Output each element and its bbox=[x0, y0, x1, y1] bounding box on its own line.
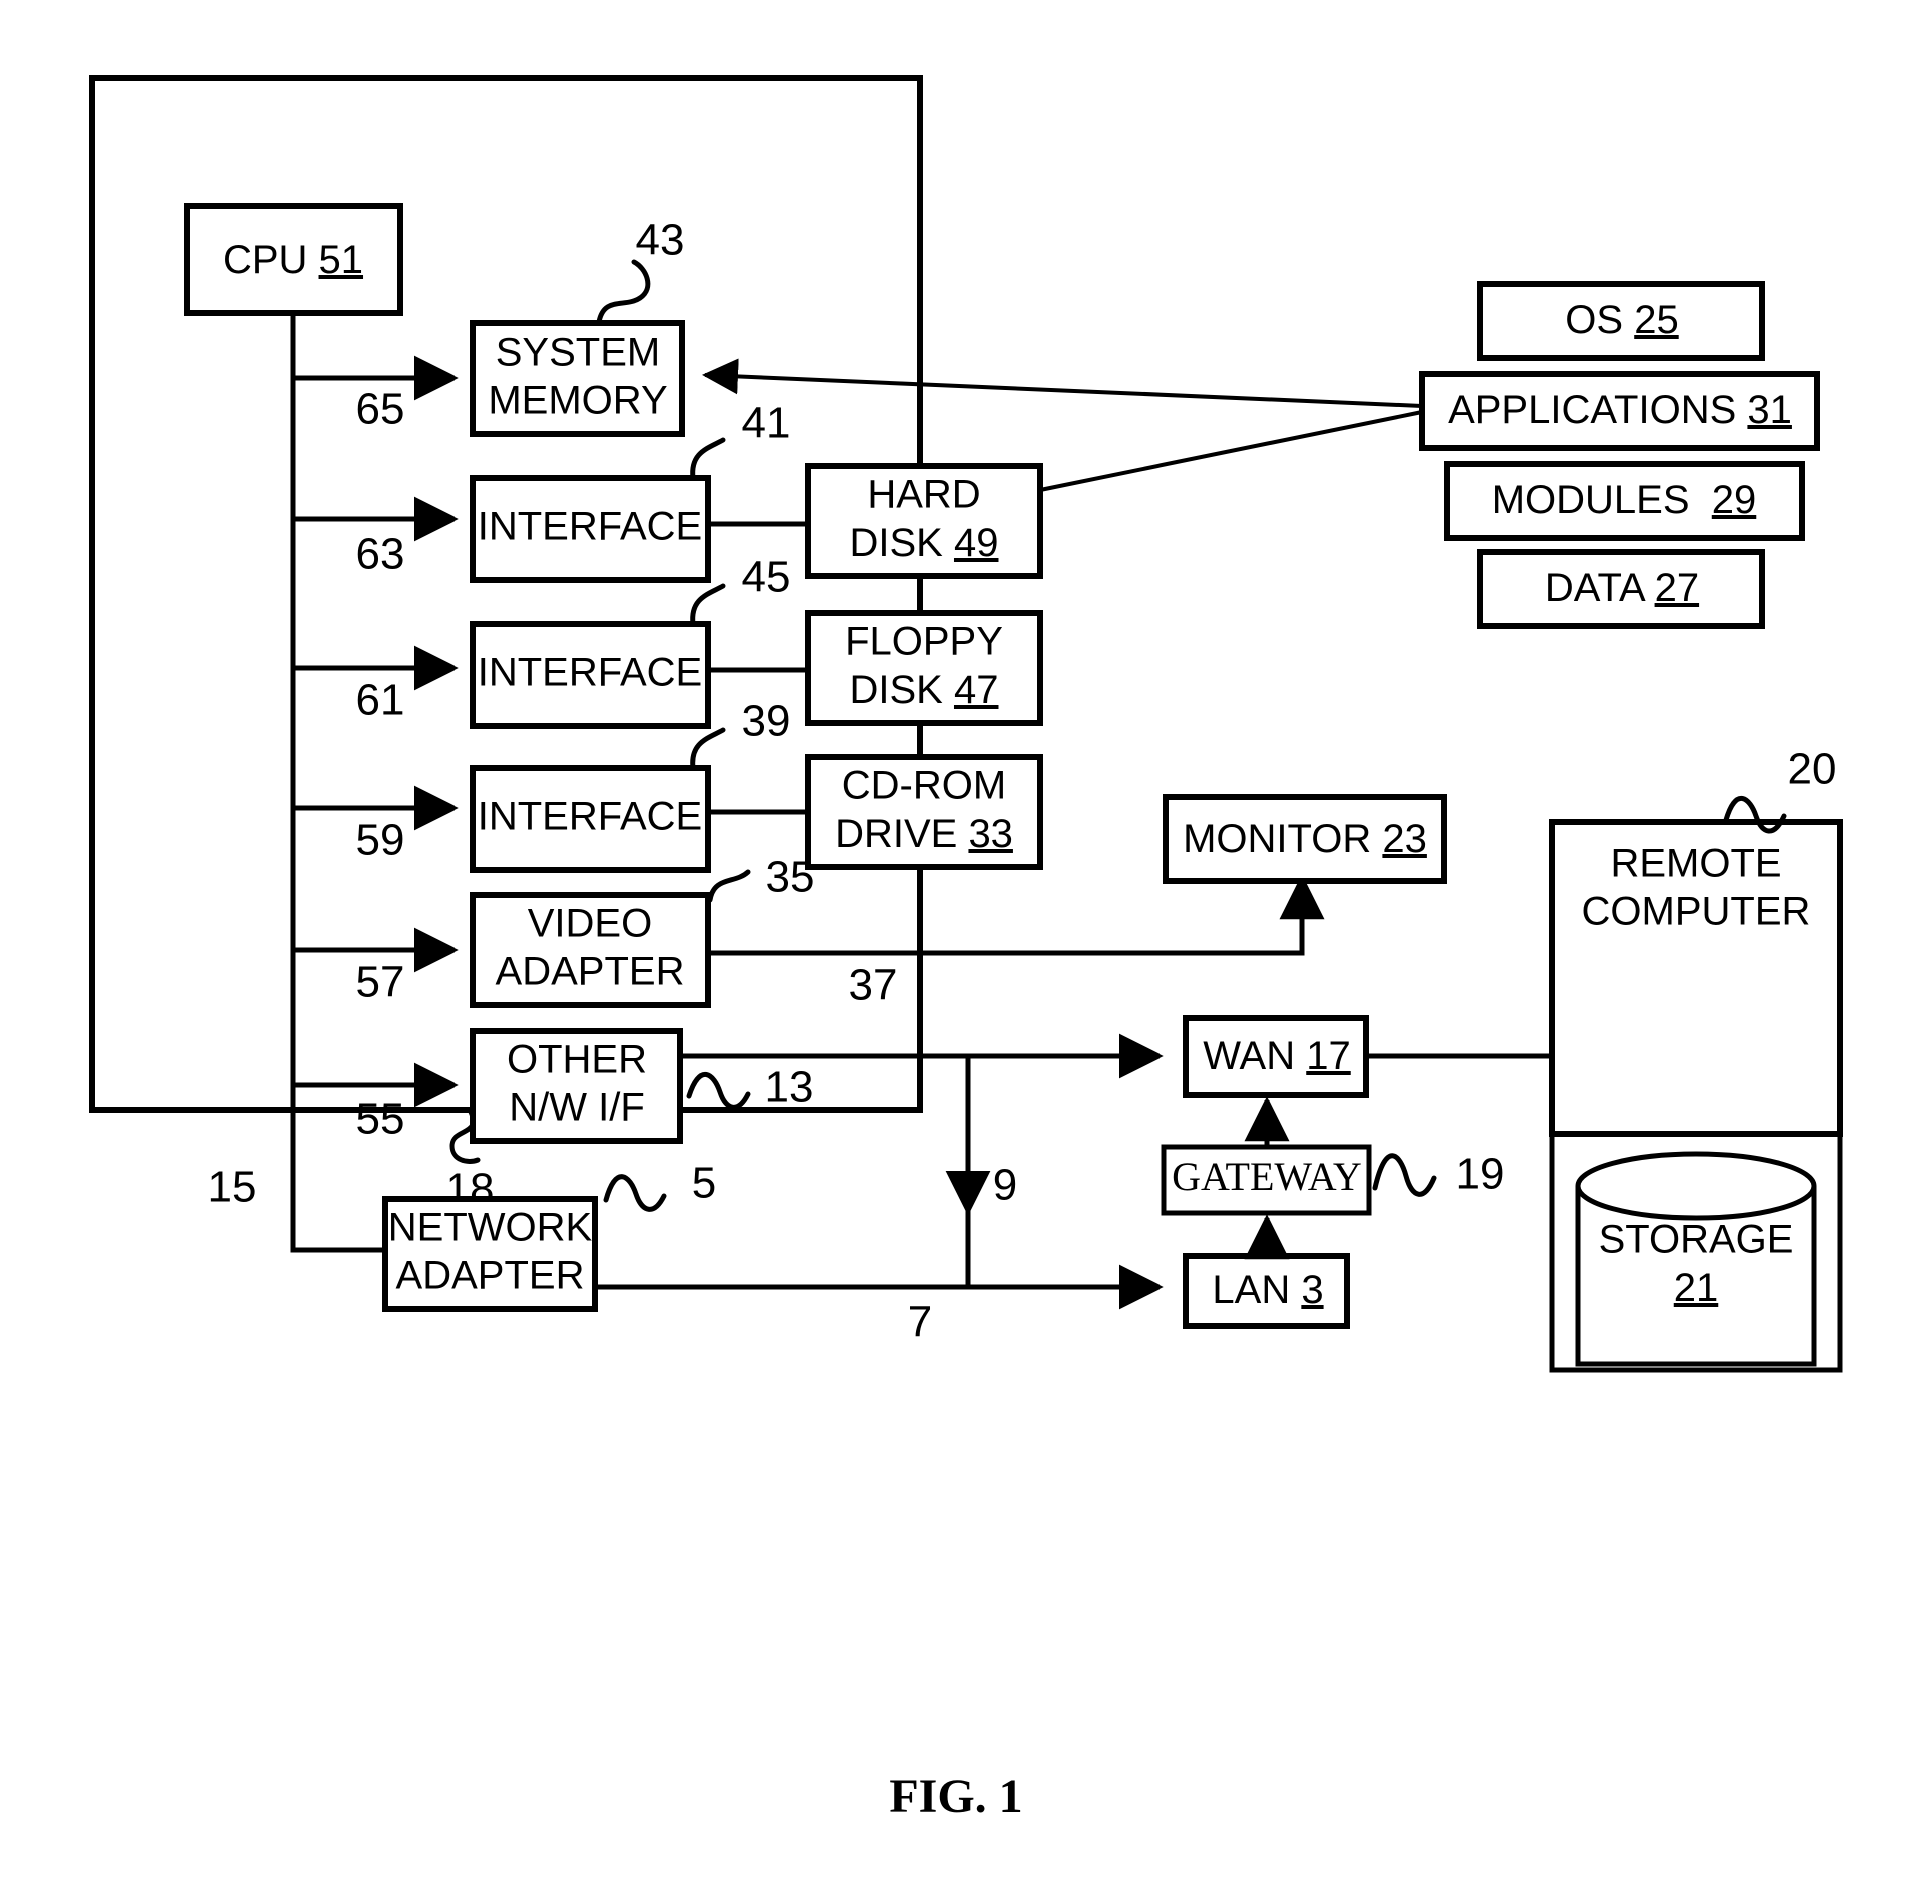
storage-label: STORAGE bbox=[1599, 1218, 1794, 1262]
figure-caption: FIG. 1 bbox=[889, 1770, 1022, 1823]
wan-label: WAN 17 bbox=[1203, 1034, 1350, 1078]
monitor-ref: 23 bbox=[1382, 817, 1427, 861]
storage-ref-label: 21 bbox=[1674, 1266, 1719, 1310]
ref-15-system-bus: 15 bbox=[208, 1163, 257, 1212]
os-label: OS 25 bbox=[1565, 298, 1678, 342]
ref-55: 55 bbox=[356, 1095, 405, 1144]
cdrom-drive-label-2: DRIVE 33 bbox=[835, 812, 1013, 856]
ref-35: 35 bbox=[766, 853, 815, 902]
interface-cdrom-label: INTERFACE bbox=[478, 795, 702, 839]
ref-37: 37 bbox=[849, 961, 898, 1010]
ref-5: 5 bbox=[692, 1159, 716, 1208]
cdrom-drive-ref: 33 bbox=[968, 812, 1013, 856]
other-nw-if-label-2: N/W I/F bbox=[509, 1086, 645, 1130]
ref-57: 57 bbox=[356, 958, 405, 1007]
modules-ref: 29 bbox=[1712, 478, 1757, 522]
ref-43: 43 bbox=[636, 216, 685, 265]
floppy-disk-label-1: FLOPPY bbox=[845, 620, 1003, 664]
cpu-ref: 51 bbox=[319, 238, 364, 282]
storage-cylinder-top bbox=[1575, 1151, 1817, 1221]
data-label: DATA 27 bbox=[1545, 566, 1699, 610]
system-memory-label-1: SYSTEM bbox=[496, 331, 660, 375]
remote-computer-label-1: REMOTE bbox=[1610, 842, 1781, 886]
video-adapter-label-2: ADAPTER bbox=[496, 950, 685, 994]
ref-20: 20 bbox=[1788, 745, 1837, 794]
hard-disk-label-1: HARD bbox=[867, 473, 980, 517]
wan-ref: 17 bbox=[1306, 1034, 1351, 1078]
lan-ref: 3 bbox=[1301, 1268, 1323, 1312]
floppy-disk-label-2: DISK 47 bbox=[850, 668, 999, 712]
ref-9: 9 bbox=[993, 1161, 1017, 1210]
ref-65: 65 bbox=[356, 385, 405, 434]
gateway-label: GATEWAY bbox=[1172, 1154, 1362, 1199]
remote-computer-label-2: COMPUTER bbox=[1582, 890, 1811, 934]
applications-ref: 31 bbox=[1747, 388, 1792, 432]
ref-19: 19 bbox=[1456, 1150, 1505, 1199]
figure-canvas: 18 CPU 51 15 SYSTEM MEMORY 43 65 INTERFA… bbox=[89, 75, 1843, 1823]
ref-41: 41 bbox=[742, 399, 791, 448]
system-memory-label-2: MEMORY bbox=[488, 379, 667, 423]
network-adapter-label-1: NETWORK bbox=[388, 1206, 593, 1250]
cpu-label: CPU 51 bbox=[223, 238, 363, 282]
modules-label: MODULES 29 bbox=[1492, 478, 1757, 522]
cpu-label-text: CPU bbox=[223, 238, 307, 282]
applications-label: APPLICATIONS 31 bbox=[1448, 388, 1792, 432]
hard-disk-ref: 49 bbox=[954, 521, 999, 565]
data-ref: 27 bbox=[1655, 566, 1700, 610]
ref-63: 63 bbox=[356, 530, 405, 579]
ref-13: 13 bbox=[765, 1063, 814, 1112]
applications-to-hard-disk-line bbox=[1039, 410, 1423, 492]
lan-label: LAN 3 bbox=[1212, 1268, 1323, 1312]
cdrom-drive-label-1: CD-ROM bbox=[842, 764, 1006, 808]
ref-45: 45 bbox=[742, 553, 791, 602]
leader-squiggle-5 bbox=[603, 1174, 667, 1212]
monitor-label: MONITOR 23 bbox=[1183, 817, 1427, 861]
ref-7: 7 bbox=[908, 1298, 932, 1347]
ref-59: 59 bbox=[356, 816, 405, 865]
interface-floppy-label: INTERFACE bbox=[478, 651, 702, 695]
ref-61: 61 bbox=[356, 676, 405, 725]
ref-39: 39 bbox=[742, 697, 791, 746]
network-adapter-label-2: ADAPTER bbox=[396, 1254, 585, 1298]
interface-hard-disk-label: INTERFACE bbox=[478, 505, 702, 549]
floppy-disk-ref: 47 bbox=[954, 668, 999, 712]
video-adapter-label-1: VIDEO bbox=[528, 902, 652, 946]
patent-figure-page: 18 CPU 51 15 SYSTEM MEMORY 43 65 INTERFA… bbox=[0, 0, 1913, 1893]
leader-squiggle-19 bbox=[1372, 1153, 1437, 1197]
os-ref: 25 bbox=[1634, 298, 1679, 342]
storage-ref: 21 bbox=[1674, 1266, 1719, 1310]
hard-disk-label-2: DISK 49 bbox=[850, 521, 999, 565]
other-nw-if-label-1: OTHER bbox=[507, 1038, 647, 1082]
